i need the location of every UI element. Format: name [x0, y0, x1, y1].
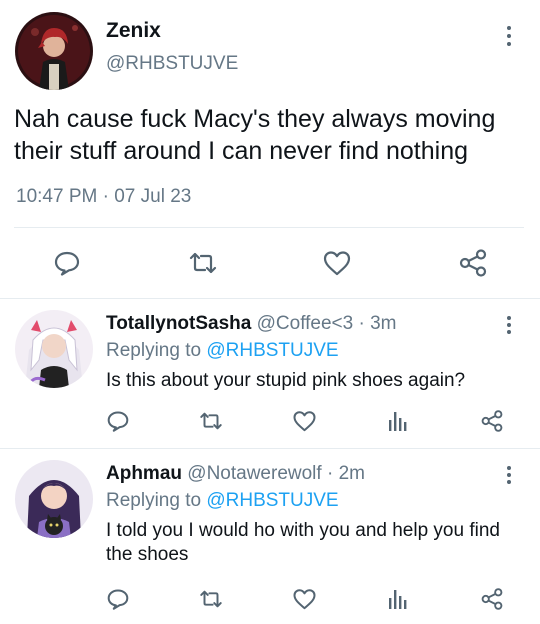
- like-button[interactable]: [320, 248, 354, 278]
- like-icon: [293, 589, 315, 610]
- like-icon: [293, 411, 315, 432]
- totallynotsasha-avatar[interactable]: [15, 310, 93, 388]
- replying-to-label: Replying to: [106, 490, 202, 511]
- meta-separator: ·: [358, 313, 365, 334]
- reply-author-name[interactable]: TotallynotSasha: [106, 313, 251, 334]
- share-button[interactable]: [478, 586, 506, 612]
- reply-tweet[interactable]: TotallynotSasha @Coffee<3 · 3m Replying …: [0, 298, 540, 448]
- reply-icon: [107, 589, 129, 610]
- zenix-avatar[interactable]: [15, 12, 93, 90]
- retweet-icon: [189, 252, 217, 274]
- reply-time: 3m: [370, 313, 397, 334]
- reply-text: Is this about your stupid pink shoes aga…: [106, 370, 466, 391]
- reply-text: I told you I would ho with you and help …: [106, 520, 500, 565]
- divider: [14, 227, 524, 228]
- share-button[interactable]: [456, 248, 490, 278]
- reply-button[interactable]: [104, 586, 132, 612]
- analytics-button[interactable]: [384, 408, 412, 434]
- share-button[interactable]: [478, 408, 506, 434]
- reply-author-name[interactable]: Aphmau: [106, 463, 182, 484]
- replying-to: Replying to @RHBSTUJVE: [106, 490, 339, 512]
- like-button[interactable]: [290, 586, 318, 612]
- reply-tweet[interactable]: Aphmau @Notawerewolf · 2m Replying to @R…: [0, 448, 540, 624]
- like-button[interactable]: [290, 408, 318, 434]
- reply-author-handle[interactable]: @Notawerewolf: [187, 463, 321, 484]
- like-icon: [323, 251, 351, 276]
- main-tweet-header: Zenix @RHBSTUJVE: [0, 0, 540, 100]
- share-icon: [459, 249, 487, 277]
- retweet-icon: [200, 590, 222, 608]
- replying-to-label: Replying to: [106, 340, 202, 361]
- retweet-button[interactable]: [186, 248, 220, 278]
- analytics-icon: [389, 412, 407, 431]
- main-tweet-text: Nah cause fuck Macy's they always moving…: [14, 105, 496, 165]
- replying-to: Replying to @RHBSTUJVE: [106, 340, 339, 362]
- reply-author-handle[interactable]: @Coffee<3: [257, 313, 354, 334]
- main-author-name[interactable]: Zenix: [106, 19, 161, 43]
- retweet-button[interactable]: [196, 586, 226, 612]
- reply-time: 2m: [338, 463, 365, 484]
- replying-to-mention[interactable]: @RHBSTUJVE: [206, 490, 338, 511]
- main-author-handle[interactable]: @RHBSTUJVE: [106, 53, 238, 75]
- reply-header: Aphmau @Notawerewolf · 2m: [106, 463, 365, 485]
- more-options-icon[interactable]: [505, 26, 513, 46]
- main-tweet-timestamp: 10:47 PM · 07 Jul 23: [16, 186, 192, 207]
- more-options-icon[interactable]: [505, 466, 513, 484]
- aphmau-avatar[interactable]: [15, 460, 93, 538]
- analytics-button[interactable]: [384, 586, 412, 612]
- meta-separator: ·: [326, 463, 334, 484]
- more-options-icon[interactable]: [505, 316, 513, 334]
- reply-icon: [54, 251, 80, 276]
- reply-button[interactable]: [50, 248, 84, 278]
- share-icon: [481, 588, 503, 610]
- retweet-button[interactable]: [196, 408, 226, 434]
- reply-button[interactable]: [104, 408, 132, 434]
- analytics-icon: [389, 590, 407, 609]
- reply-header: TotallynotSasha @Coffee<3 · 3m: [106, 313, 397, 335]
- share-icon: [481, 410, 503, 432]
- reply-icon: [107, 411, 129, 432]
- replying-to-mention[interactable]: @RHBSTUJVE: [206, 340, 338, 361]
- retweet-icon: [200, 412, 222, 430]
